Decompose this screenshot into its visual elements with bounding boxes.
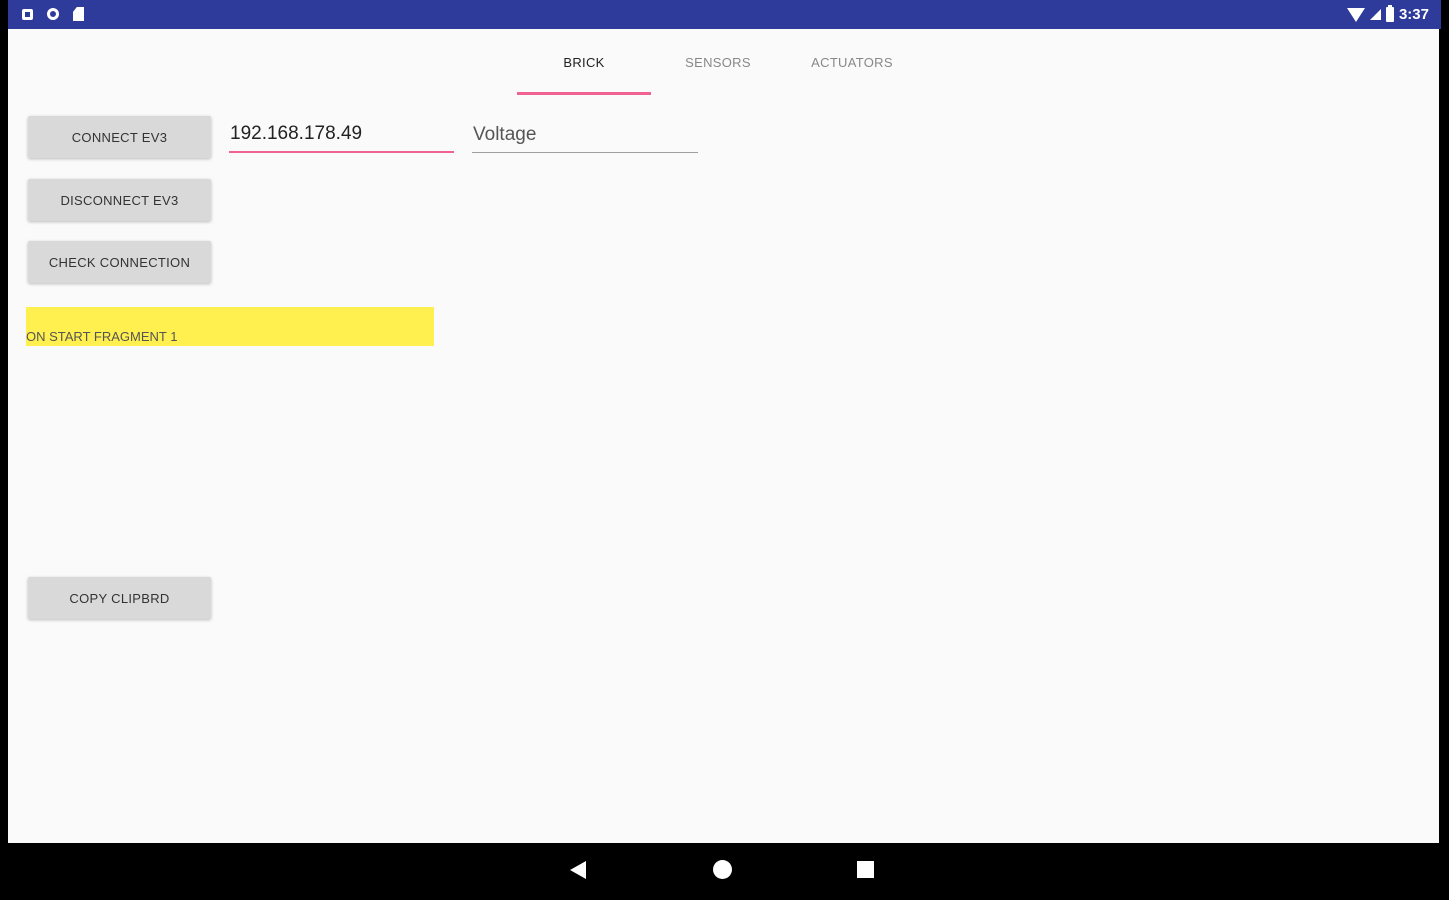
- check-connection-button[interactable]: CHECK CONNECTION: [28, 241, 211, 283]
- status-time: 3:37: [1398, 6, 1429, 23]
- voltage-field[interactable]: Voltage: [472, 117, 698, 153]
- sync-circle-icon: [47, 8, 59, 20]
- status-bar-right: 3:37: [1346, 5, 1429, 23]
- ip-address-field[interactable]: 192.168.178.49: [229, 117, 454, 153]
- cell-signal-icon: [1369, 9, 1381, 20]
- battery-icon: [1385, 5, 1394, 22]
- tab-bar: BRICK SENSORS ACTUATORS: [517, 29, 919, 95]
- tab-actuators[interactable]: ACTUATORS: [785, 29, 919, 95]
- recent-apps-icon[interactable]: [857, 861, 874, 878]
- app-content: BRICK SENSORS ACTUATORS CONNECT EV3 DISC…: [8, 29, 1439, 843]
- back-icon[interactable]: [570, 861, 586, 879]
- tab-brick[interactable]: BRICK: [517, 29, 651, 95]
- disconnect-ev3-button[interactable]: DISCONNECT EV3: [28, 179, 211, 221]
- connect-ev3-button[interactable]: CONNECT EV3: [28, 116, 211, 158]
- status-message: ON START FRAGMENT 1: [26, 307, 434, 346]
- copy-clipboard-button[interactable]: COPY CLIPBRD: [28, 577, 211, 619]
- wifi-icon: [1346, 7, 1365, 22]
- status-bar: 3:37: [8, 0, 1441, 29]
- home-icon[interactable]: [713, 860, 732, 879]
- notification-square-icon: [22, 8, 33, 20]
- sd-card-icon: [73, 7, 84, 21]
- device-screen: 3:37 BRICK SENSORS ACTUATORS CONNECT EV3…: [0, 0, 1449, 900]
- tab-sensors[interactable]: SENSORS: [651, 29, 785, 95]
- status-bar-left-icons: [22, 7, 84, 21]
- navigation-bar: [8, 843, 1441, 900]
